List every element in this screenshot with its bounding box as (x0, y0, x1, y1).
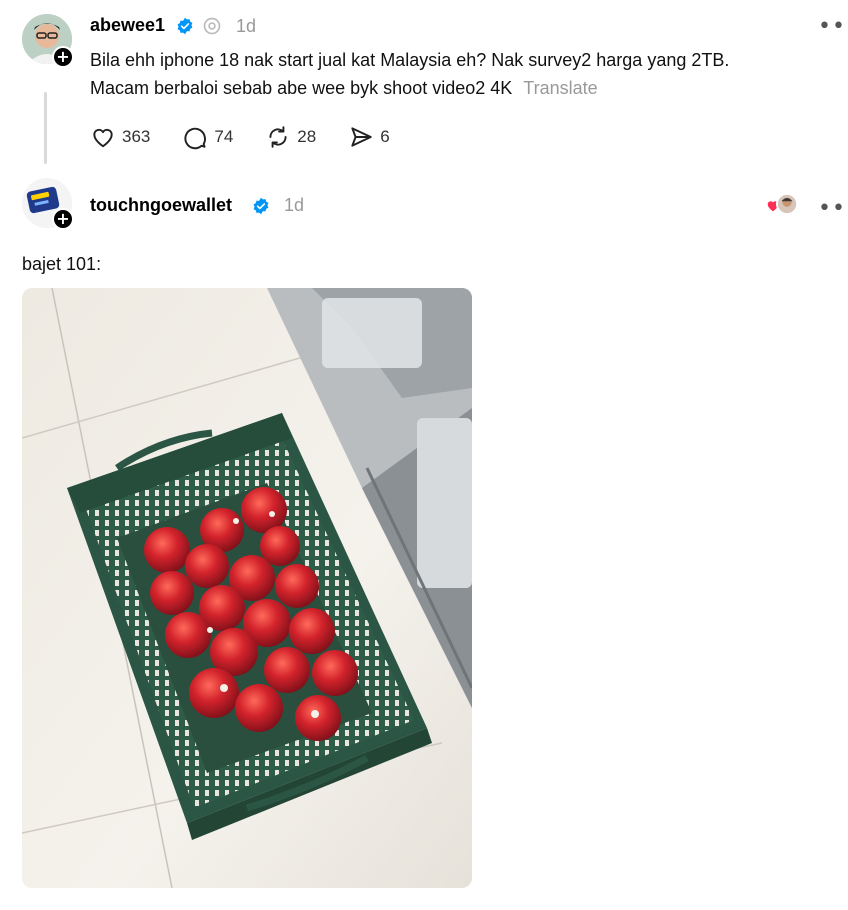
send-icon (351, 127, 372, 147)
post-time: 1d (236, 16, 257, 36)
author-avatar-icon (776, 193, 798, 215)
username[interactable]: touchngoewallet (90, 195, 232, 216)
heart-icon (93, 128, 113, 148)
share-count: 6 (380, 127, 390, 146)
more-options-icon[interactable]: ••• (818, 16, 848, 38)
share-button[interactable]: 6 (348, 124, 390, 150)
reply-count: 74 (214, 127, 234, 146)
liked-by-author-indicator[interactable] (766, 193, 798, 217)
follow-plus-icon[interactable]: + (52, 208, 74, 230)
follow-plus-icon[interactable]: + (52, 46, 74, 68)
repost-icon (269, 126, 287, 148)
verified-badge-icon (177, 17, 193, 35)
post-image-apple-basket[interactable] (22, 288, 472, 888)
thread-line (44, 92, 47, 164)
threads-logo-icon (203, 17, 221, 35)
translate-link[interactable]: Translate (523, 78, 597, 98)
action-bar: 363 74 28 6 (90, 124, 422, 150)
apple-basket-photo (22, 288, 472, 888)
repost-button[interactable]: 28 (265, 124, 316, 150)
reply-button[interactable]: 74 (182, 124, 233, 150)
post-text-line2: Macam berbaloi sebab abe wee byk shoot v… (90, 78, 513, 98)
post-text: Bila ehh iphone 18 nak start jual kat Ma… (90, 46, 729, 102)
post-text-line2-wrap: Macam berbaloi sebab abe wee byk shoot v… (90, 74, 729, 102)
more-options-icon[interactable]: ••• (818, 198, 848, 220)
like-button[interactable]: 363 (90, 124, 150, 150)
post-time: 1d (284, 195, 305, 215)
reply-post-abewee1: + abewee1 1d ••• Bila ehh iphone 18 nak … (0, 0, 848, 170)
comment-icon (184, 127, 207, 150)
like-count: 363 (122, 127, 151, 146)
verified-badge-icon (253, 197, 269, 215)
post-text-line1: Bila ehh iphone 18 nak start jual kat Ma… (90, 50, 730, 70)
repost-count: 28 (297, 127, 317, 146)
post-text: bajet 101: (22, 254, 102, 274)
username[interactable]: abewee1 (90, 15, 165, 36)
